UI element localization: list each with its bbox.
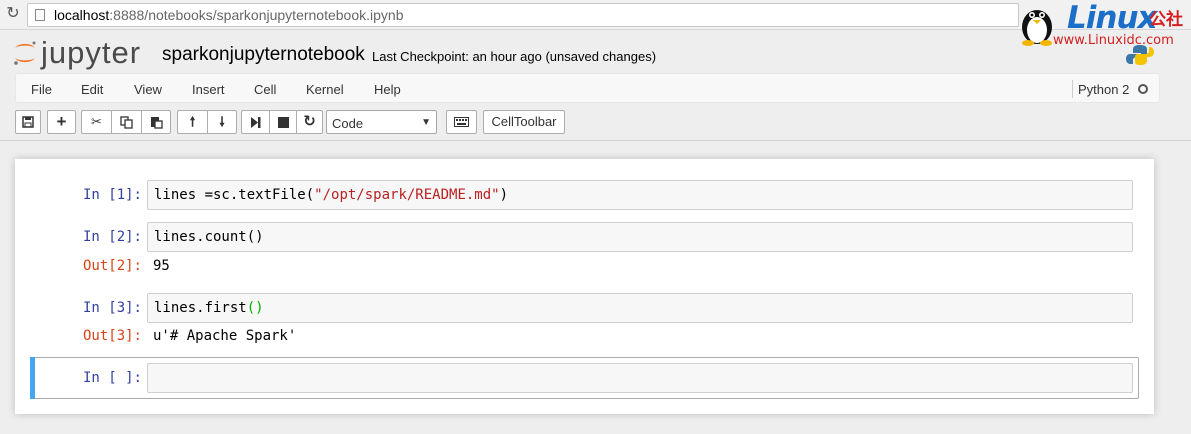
copy-icon [120,116,133,129]
run-cell-button[interactable] [242,111,269,133]
menu-kernel[interactable]: Kernel [306,82,344,97]
restart-icon: ↻ [303,113,316,130]
plus-icon: + [56,112,67,131]
step-forward-icon [251,117,261,128]
save-button[interactable] [16,111,40,133]
restart-kernel-button[interactable]: ↻ [296,111,322,133]
in-prompt: In [2]: [82,229,142,245]
code-input[interactable]: lines.first() [147,293,1133,323]
code-text: lines =sc.textFile("/opt/spark/README.md… [154,187,508,203]
url-text: localhost:8888/notebooks/sparkonjupytern… [54,7,403,23]
save-icon [22,116,34,128]
penguin-icon [1022,10,1052,46]
celltoolbar-label: CellToolbar [491,114,557,129]
interrupt-button[interactable] [269,111,296,133]
menu-bar: File Edit View Insert Cell Kernel Help P… [15,73,1160,103]
cut-icon: ✂ [91,114,102,129]
out-prompt: Out[2]: [82,258,142,274]
select-arrow-icon: ▼ [421,117,431,128]
jupyter-logo-icon [14,41,36,65]
code-tail: ) [499,187,509,203]
watermark-url: www.Linuxidc.com [1053,33,1174,48]
command-palette-group [446,110,477,134]
run-group: ↻ [241,110,323,134]
out-prompt: Out[3]: [82,328,142,344]
keyboard-icon [454,117,469,127]
cell-output: u'# Apache Spark' [153,328,297,344]
reload-icon[interactable]: ↻ [4,5,22,23]
kernel-separator [1072,80,1073,98]
save-group [15,110,41,134]
cell-type-value: Code [332,116,364,131]
menu-view[interactable]: View [134,82,162,97]
menu-cell[interactable]: Cell [254,82,276,97]
arrow-up-icon: 🠕 [189,114,196,129]
cut-button[interactable]: ✂ [82,111,111,133]
page-icon [35,9,45,21]
arrow-down-icon: 🠗 [219,114,225,129]
code-input[interactable]: lines =sc.textFile("/opt/spark/README.md… [147,180,1133,210]
code-string: "/opt/spark/README.md" [314,187,500,203]
cell-type-select[interactable]: Code ▼ [326,110,437,134]
move-down-button[interactable]: 🠗 [207,111,236,133]
notebook-container: In [1]: lines =sc.textFile("/opt/spark/R… [15,159,1154,414]
watermark-brand-cn: 公社 [1149,10,1183,29]
insert-group: + [47,110,76,134]
insert-cell-button[interactable]: + [48,111,75,133]
code-input[interactable]: lines.count() [147,222,1133,252]
in-prompt: In [1]: [82,187,142,203]
kernel-idle-icon [1138,84,1148,94]
menu-insert[interactable]: Insert [192,82,225,97]
paste-icon [150,117,163,129]
clipboard-group: ✂ [81,110,171,134]
jupyter-logo-text: jupyter [41,35,142,70]
command-palette-button[interactable] [447,111,476,133]
url-host: localhost [54,7,110,23]
stop-icon [277,117,289,128]
python-logo-icon [1126,45,1154,65]
move-group: 🠕 🠗 [177,110,237,134]
url-path: :8888/notebooks/sparkonjupyternotebook.i… [109,7,404,23]
header-divider [0,140,1191,141]
in-prompt: In [3]: [82,300,142,316]
checkpoint-status: Last Checkpoint: an hour ago (unsaved ch… [372,49,657,64]
url-input[interactable]: localhost:8888/notebooks/sparkonjupytern… [27,3,1019,27]
code-plain: lines =sc.textFile( [154,187,315,203]
code-input[interactable] [147,363,1133,393]
menu-file[interactable]: File [31,82,52,97]
watermark-brand: Linux [1067,0,1158,36]
paste-button[interactable] [141,111,170,133]
code-paren: () [246,300,264,316]
code-text: lines.first() [154,300,264,316]
in-prompt: In [ ]: [82,370,142,386]
code-text: lines.count() [154,229,264,245]
menu-edit[interactable]: Edit [81,82,103,97]
notebook-name[interactable]: sparkonjupyternotebook [162,44,365,66]
cell-output: 95 [153,258,170,274]
move-up-button[interactable]: 🠕 [178,111,207,133]
code-plain: lines.first [154,300,247,316]
kernel-name[interactable]: Python 2 [1078,82,1129,97]
copy-button[interactable] [111,111,141,133]
celltoolbar-button[interactable]: CellToolbar [483,110,565,134]
jupyter-logo[interactable]: jupyter [12,36,147,70]
watermark-logo: Linux 公社 www.Linuxidc.com [1013,0,1191,70]
menu-help[interactable]: Help [374,82,401,97]
selected-cell-indicator [30,357,35,399]
